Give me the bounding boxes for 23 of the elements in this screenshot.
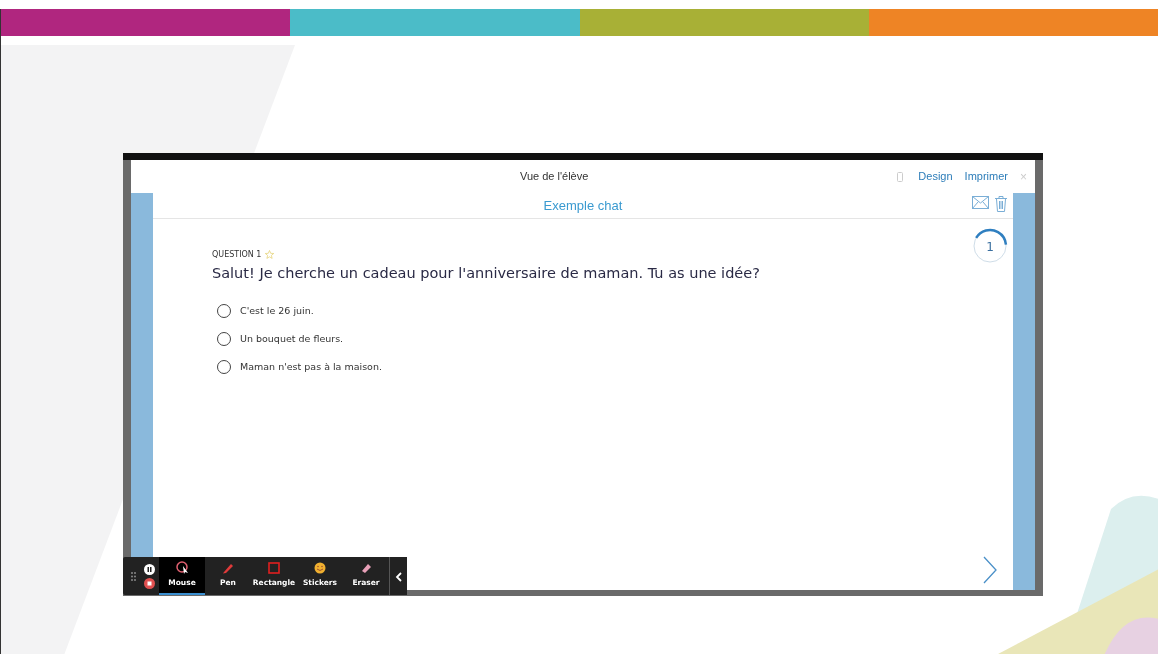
- stop-icon[interactable]: [144, 577, 155, 589]
- header-link[interactable]: Imprimer: [964, 168, 1008, 185]
- answer-option[interactable]: Un bouquet de fleurs.: [240, 331, 344, 346]
- rectangle-icon: [268, 561, 280, 574]
- pen-icon: [222, 561, 234, 574]
- question-text: Salut! Je cherche un cadeau pour l'anniversaire de maman. Tu as une idée?: [212, 264, 761, 283]
- answer-option[interactable]: Maman n'est pas à la maison.: [240, 359, 382, 374]
- star-icon[interactable]: [265, 250, 275, 259]
- eraser-icon: [360, 561, 372, 574]
- collapse-button[interactable]: [389, 557, 407, 595]
- timer-number: 1: [986, 239, 994, 254]
- timer-ring: [972, 228, 1008, 264]
- pause-icon[interactable]: [144, 563, 155, 575]
- quiz-title: Exemple chat: [543, 196, 623, 215]
- drag-handle-icon[interactable]: [131, 571, 136, 581]
- window-title: Vue de l'élève: [519, 169, 590, 185]
- phone-icon: [897, 171, 904, 182]
- answer-option[interactable]: C'est le 26 juin.: [240, 303, 314, 318]
- chevron-left-icon: [394, 571, 403, 582]
- header-link[interactable]: Design: [918, 168, 953, 185]
- smiley-icon: [314, 561, 326, 574]
- question-number: QUESTION 1: [212, 249, 262, 261]
- cursor-icon: [175, 561, 189, 575]
